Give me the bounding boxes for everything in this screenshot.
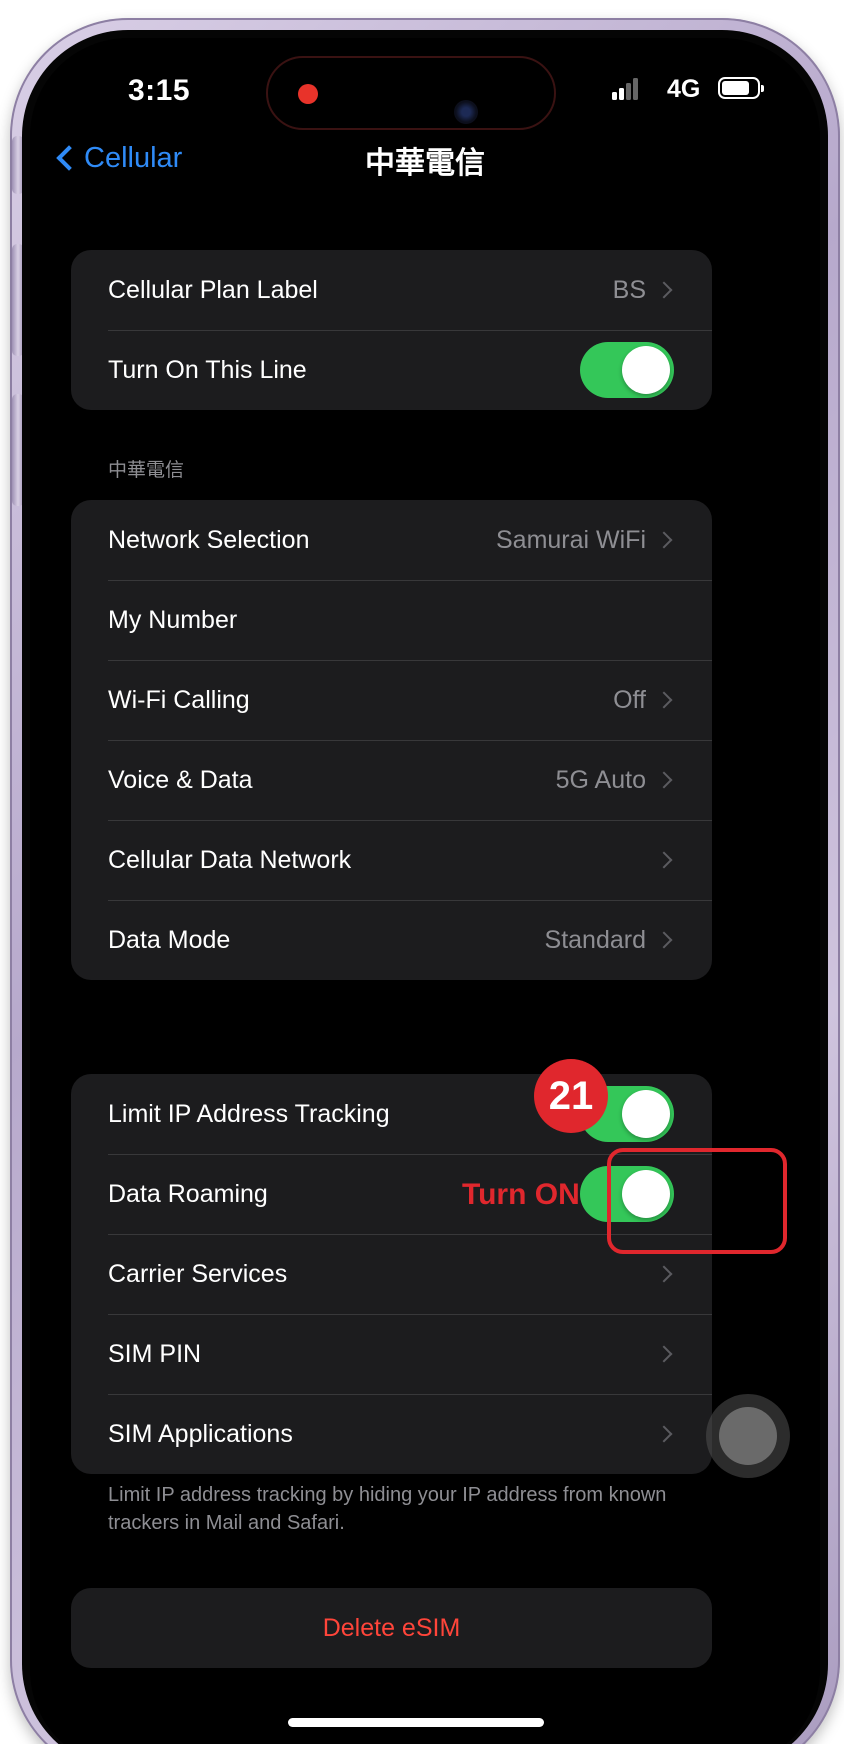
sim-applications-row[interactable]: SIM Applications xyxy=(71,1394,712,1474)
chevron-right-icon xyxy=(655,851,673,869)
limit-ip-tracking-row: Limit IP Address Tracking xyxy=(71,1074,712,1154)
row-label: Cellular Data Network xyxy=(108,845,352,874)
row-value: BS xyxy=(612,275,646,304)
row-value: Samurai WiFi xyxy=(495,525,646,554)
assistive-touch-icon[interactable] xyxy=(706,1394,790,1478)
row-value: 5G Auto xyxy=(555,765,646,794)
home-indicator[interactable] xyxy=(288,1718,544,1727)
cellular-data-network-row[interactable]: Cellular Data Network xyxy=(71,820,712,900)
footnote-text: Limit IP address tracking by hiding your… xyxy=(108,1484,667,1534)
turn-on-line-toggle[interactable] xyxy=(580,342,674,398)
network-type: 4G xyxy=(667,75,701,103)
cellular-plan-label-row[interactable]: Cellular Plan Label BS xyxy=(71,250,712,330)
turn-on-this-line-row: Turn On This Line xyxy=(71,330,712,410)
row-label: My Number xyxy=(108,605,238,634)
delete-group: Delete eSIM xyxy=(71,1588,712,1668)
row-value: Standard xyxy=(544,925,646,954)
battery-icon xyxy=(718,77,764,99)
chevron-right-icon xyxy=(655,281,673,299)
phone-screen: 3:15 4G Cellular 中華電信 Cellular Plan Labe… xyxy=(30,38,820,1744)
data-roaming-highlight-box xyxy=(607,1148,787,1254)
carrier-group: Network Selection Samurai WiFi My Number… xyxy=(71,500,712,980)
step-number-badge: 21 xyxy=(534,1059,608,1133)
chevron-right-icon xyxy=(655,931,673,949)
recording-indicator-icon xyxy=(298,84,318,104)
front-camera xyxy=(454,100,478,124)
plan-group: Cellular Plan Label BS Turn On This Line xyxy=(71,250,712,410)
dynamic-island xyxy=(266,56,556,130)
row-label: Data Mode xyxy=(108,925,231,954)
chevron-right-icon xyxy=(655,531,673,549)
row-label: Voice & Data xyxy=(108,765,253,794)
chevron-right-icon xyxy=(655,691,673,709)
row-value: Off xyxy=(613,685,646,714)
page-title: 中華電信 xyxy=(365,147,485,180)
chevron-right-icon xyxy=(655,1265,673,1283)
row-label: SIM Applications xyxy=(108,1419,293,1448)
turn-on-instruction: Turn ON xyxy=(462,1178,580,1211)
privacy-group: Limit IP Address Tracking Data Roaming C… xyxy=(71,1074,712,1474)
status-time: 3:15 xyxy=(128,74,191,107)
row-label: Turn On This Line xyxy=(108,355,307,384)
data-mode-row[interactable]: Data Mode Standard xyxy=(71,900,712,980)
sim-pin-row[interactable]: SIM PIN xyxy=(71,1314,712,1394)
section-header: 中華電信 xyxy=(108,460,185,481)
row-label: Carrier Services xyxy=(108,1259,288,1288)
delete-esim-label: Delete eSIM xyxy=(322,1613,461,1642)
row-label: Wi-Fi Calling xyxy=(108,685,250,714)
voice-data-row[interactable]: Voice & Data 5G Auto xyxy=(71,740,712,820)
chevron-right-icon xyxy=(655,1345,673,1363)
delete-esim-button[interactable]: Delete eSIM xyxy=(71,1588,712,1668)
my-number-row[interactable]: My Number xyxy=(71,580,712,660)
chevron-right-icon xyxy=(655,771,673,789)
wifi-calling-row[interactable]: Wi-Fi Calling Off xyxy=(71,660,712,740)
row-label: SIM PIN xyxy=(108,1339,202,1368)
row-label: Limit IP Address Tracking xyxy=(108,1099,390,1128)
network-selection-row[interactable]: Network Selection Samurai WiFi xyxy=(71,500,712,580)
chevron-right-icon xyxy=(655,1425,673,1443)
row-label: Network Selection xyxy=(108,525,310,554)
row-label: Cellular Plan Label xyxy=(108,275,318,304)
